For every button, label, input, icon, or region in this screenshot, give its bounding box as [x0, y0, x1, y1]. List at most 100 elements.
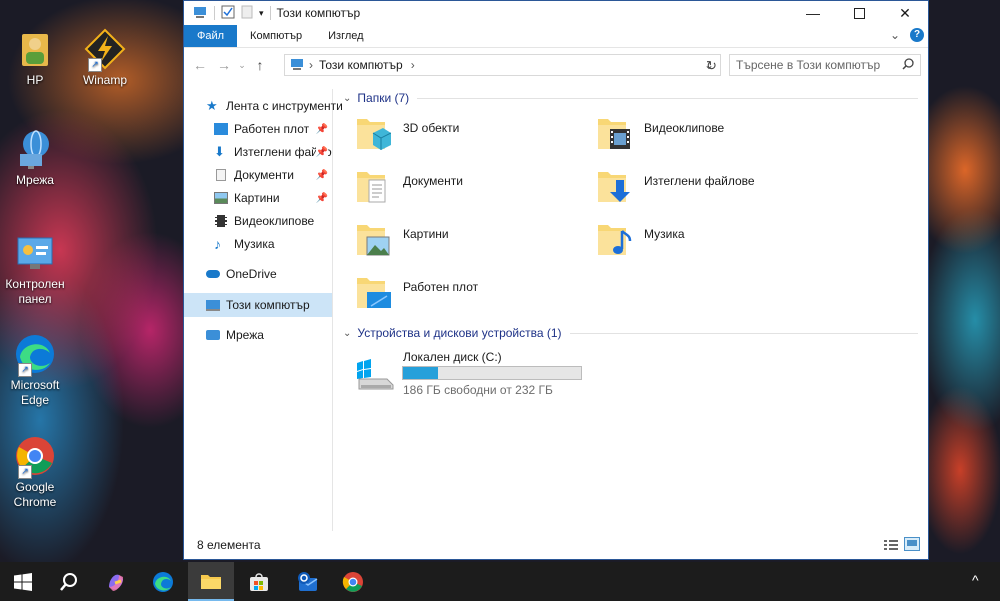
close-button[interactable]: ✕: [882, 1, 928, 25]
navigation-bar: ← → ⌄ ↑ › Този компютър › ⌄ ↻ Търсене в …: [184, 48, 928, 82]
details-view-icon[interactable]: [884, 539, 898, 554]
tab-computer[interactable]: Компютър: [237, 25, 315, 47]
copilot-taskbar-button[interactable]: [93, 562, 139, 601]
folder-documents[interactable]: Документи: [333, 164, 553, 212]
sidebar-item-music[interactable]: ♪ Музика: [214, 233, 275, 255]
star-icon: ★: [206, 98, 218, 113]
desktop-icon-hp[interactable]: HP: [0, 28, 70, 88]
this-pc-small-icon: [289, 57, 305, 74]
sidebar-item-label: Лента с инструменти: [226, 99, 343, 113]
store-taskbar-button[interactable]: [236, 562, 282, 601]
customize-dropdown-icon[interactable]: ▾: [259, 8, 264, 19]
sidebar-item-documents[interactable]: Документи 📌: [214, 164, 332, 186]
folder-desktop[interactable]: Работен плот: [333, 270, 553, 318]
tab-view[interactable]: Изглед: [315, 25, 376, 47]
sidebar-item-downloads[interactable]: ⬇ Изтеглени файлове 📌: [214, 141, 332, 163]
divider: [569, 332, 918, 334]
folder-3d-objects[interactable]: 3D обекти: [333, 111, 553, 159]
pin-icon: 📌: [315, 146, 328, 158]
file-explorer-taskbar-button[interactable]: [188, 562, 234, 601]
breadcrumb-this-pc[interactable]: Този компютър: [319, 58, 403, 72]
search-input[interactable]: Търсене в Този компютър: [730, 58, 880, 72]
folder-label: Работен плот: [403, 280, 479, 294]
expand-ribbon-icon[interactable]: ⌄: [890, 28, 900, 42]
sidebar-item-label: Мрежа: [226, 328, 264, 342]
folder-icon: [201, 574, 221, 589]
folder-pictures[interactable]: Картини: [333, 217, 553, 265]
folder-downloads[interactable]: Изтеглени файлове: [574, 164, 794, 212]
folder-videos[interactable]: Видеоклипове: [574, 111, 794, 159]
drive-local-c[interactable]: Локален диск (C:) 186 ГБ свободни от 232…: [333, 347, 593, 399]
search-box[interactable]: Търсене в Този компютър: [729, 54, 921, 76]
desktop-icon-edge[interactable]: ↗ Microsoft Edge: [0, 333, 70, 408]
address-bar[interactable]: › Този компютър › ⌄: [284, 54, 721, 76]
breadcrumb-chevron-icon[interactable]: ›: [309, 58, 313, 72]
desktop-icon-label: HP: [26, 73, 44, 87]
sidebar-item-videos[interactable]: Видеоклипове: [214, 210, 314, 232]
edge-browser-icon: ↗: [14, 333, 56, 377]
folder-music[interactable]: Музика: [574, 217, 794, 265]
film-icon: [215, 215, 227, 227]
microsoft-store-icon: [250, 572, 268, 591]
group-header-folders[interactable]: ⌄ Папки (7): [343, 91, 918, 105]
desktop-icon-winamp[interactable]: ↗ Winamp: [70, 28, 140, 88]
hard-drive-icon: [355, 357, 395, 394]
sidebar-item-onedrive[interactable]: OneDrive: [206, 263, 277, 285]
desktop-icon-network[interactable]: Мрежа: [0, 128, 70, 188]
forward-history-chevron-icon[interactable]: ⌄: [236, 53, 248, 77]
maximize-button[interactable]: [836, 1, 882, 25]
sidebar-item-label: Този компютър: [226, 298, 310, 312]
properties-icon[interactable]: [221, 5, 235, 22]
up-arrow-icon[interactable]: ↑: [248, 53, 272, 77]
title-bar: ▾ Този компютър — ✕: [184, 1, 928, 25]
search-taskbar-button[interactable]: [46, 562, 92, 601]
new-folder-icon[interactable]: [241, 5, 253, 22]
folder-label: Документи: [403, 174, 463, 188]
folder-label: Картини: [403, 227, 449, 241]
sidebar-item-quick-access[interactable]: ★ Лента с инструменти: [206, 95, 343, 117]
ribbon-tabs: Файл Компютър Изглед ⌄ ?: [184, 25, 928, 48]
chrome-taskbar-button[interactable]: [330, 562, 376, 601]
picture-icon: [214, 192, 228, 204]
separator: [214, 6, 215, 20]
sidebar-item-network[interactable]: Мрежа: [206, 324, 264, 346]
sidebar-item-label: OneDrive: [226, 267, 277, 281]
shortcut-arrow-icon: ↗: [88, 58, 102, 72]
back-arrow-icon[interactable]: ←: [188, 53, 212, 77]
desktop-icon-control-panel[interactable]: Контролен панел: [0, 232, 70, 307]
desktop-icon-chrome[interactable]: ↗ Google Chrome: [0, 435, 70, 510]
tab-file[interactable]: Файл: [184, 25, 238, 47]
large-icons-view-icon[interactable]: [904, 537, 920, 554]
winamp-icon: ↗: [84, 28, 126, 72]
show-hidden-icons-chevron-icon[interactable]: ^: [972, 572, 979, 588]
forward-arrow-icon[interactable]: →: [212, 53, 236, 77]
separator: [269, 6, 271, 20]
desktop-folder-icon: [355, 272, 391, 312]
desktop-icon-label: Microsoft Edge: [10, 378, 60, 407]
sidebar-item-this-pc[interactable]: Този компютър: [184, 293, 332, 317]
edge-taskbar-button[interactable]: [140, 562, 186, 601]
refresh-icon[interactable]: ↻: [706, 58, 717, 74]
status-bar: 8 елемента: [184, 531, 928, 559]
breadcrumb-chevron-icon[interactable]: ›: [411, 58, 415, 72]
sidebar-item-desktop[interactable]: Работен плот 📌: [214, 118, 332, 140]
drive-usage-fill: [403, 367, 439, 379]
help-icon[interactable]: ?: [910, 28, 924, 42]
sidebar-item-label: Картини: [234, 191, 280, 205]
edge-browser-icon: [153, 571, 173, 592]
user-folder-icon: [14, 28, 56, 70]
minimize-button[interactable]: —: [790, 1, 836, 25]
taskbar: ^: [0, 562, 1000, 601]
outlook-mail-icon: [298, 571, 318, 591]
collapse-chevron-icon[interactable]: ⌄: [343, 93, 351, 104]
desktop-icon-label: Контролен панел: [5, 277, 65, 306]
group-header-devices[interactable]: ⌄ Устройства и дискови устройства (1): [343, 326, 918, 340]
sidebar-item-pictures[interactable]: Картини 📌: [214, 187, 332, 209]
drive-name: Локален диск (C:): [403, 350, 502, 364]
collapse-chevron-icon[interactable]: ⌄: [343, 328, 351, 339]
group-title: Папки (7): [357, 91, 410, 105]
start-button[interactable]: [0, 562, 46, 601]
pin-icon: 📌: [315, 123, 328, 135]
sidebar-item-label: Видеоклипове: [234, 214, 315, 228]
outlook-taskbar-button[interactable]: [284, 562, 330, 601]
